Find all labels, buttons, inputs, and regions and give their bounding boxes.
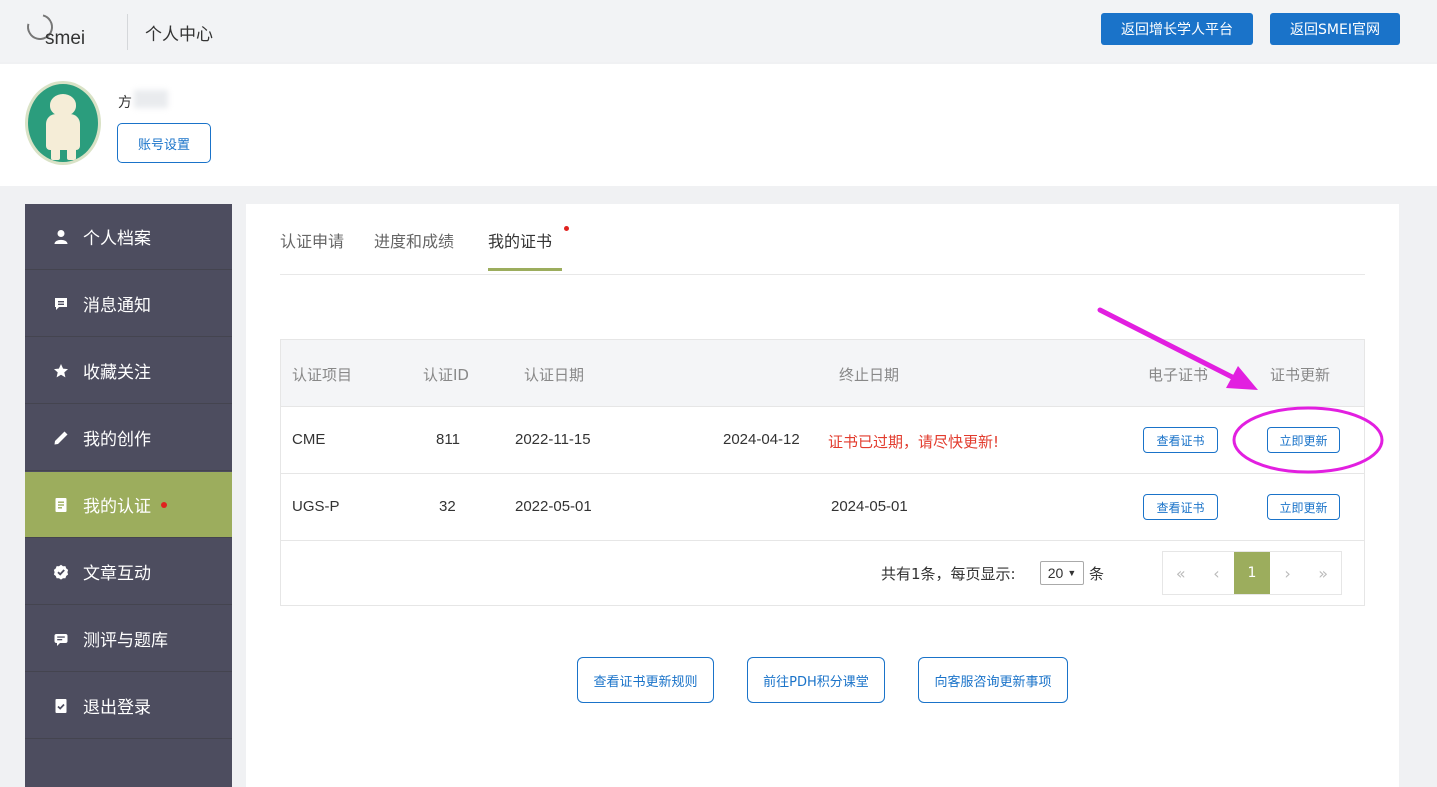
sidebar-item-label: 测评与题库 — [83, 631, 168, 651]
prev-page-button[interactable]: ‹ — [1199, 552, 1235, 594]
certificate-icon — [53, 497, 69, 513]
bear-body-shape — [46, 114, 80, 150]
name-redaction — [134, 90, 168, 108]
sidebar-item-label: 文章互动 — [83, 564, 151, 584]
chevron-down-icon: ▼ — [1067, 568, 1077, 578]
renew-now-button[interactable]: 立即更新 — [1267, 427, 1340, 453]
table-row: UGS-P 32 2022-05-01 2024-05-01 查看证书 立即更新 — [281, 474, 1364, 541]
sidebar-item-label: 消息通知 — [83, 296, 151, 316]
notification-dot — [161, 501, 167, 508]
sidebar-item-certification[interactable]: 我的认证 — [25, 472, 232, 538]
bear-leg-shape — [67, 146, 76, 160]
pencil-icon — [53, 430, 69, 446]
bear-head-shape — [50, 94, 76, 116]
return-smei-site-button[interactable]: 返回SMEI官网 — [1270, 13, 1400, 45]
column-header: 终止日期 — [839, 366, 900, 384]
cert-start-date: 2022-05-01 — [515, 498, 592, 515]
expired-warning: 证书已过期，请尽快更新! — [828, 433, 1000, 451]
active-tab-indicator — [488, 268, 562, 271]
view-certificate-button[interactable]: 查看证书 — [1143, 427, 1218, 453]
consult-service-button[interactable]: 向客服咨询更新事项 — [918, 657, 1068, 703]
avatar[interactable] — [25, 81, 101, 165]
cert-id: 811 — [436, 431, 460, 448]
tab-notification-dot — [564, 226, 569, 231]
smei-logo[interactable]: smei — [22, 9, 120, 52]
sidebar-item-article-interaction[interactable]: 文章互动 — [25, 539, 232, 605]
badge-check-icon — [53, 564, 69, 580]
next-page-button[interactable]: › — [1270, 552, 1306, 594]
column-header: 证书更新 — [1270, 366, 1331, 384]
renew-now-button[interactable]: 立即更新 — [1267, 494, 1340, 520]
sidebar-item-label: 收藏关注 — [83, 363, 151, 383]
sidebar-item-label: 我的认证 — [83, 497, 151, 517]
renewal-rules-button[interactable]: 查看证书更新规则 — [577, 657, 714, 703]
sidebar: 个人档案 消息通知 收藏关注 我的创作 我的认证 文章互动 测评与题库 退出登录 — [25, 204, 232, 787]
tab-apply-certification[interactable]: 认证申请 — [280, 228, 344, 252]
top-bar: smei 个人中心 返回增长学人平台 返回SMEI官网 — [0, 0, 1437, 62]
cert-end-date: 2024-05-01 — [831, 498, 908, 515]
logo-text: smei — [45, 28, 86, 49]
sidebar-item-logout[interactable]: 退出登录 — [25, 673, 232, 739]
certificate-table: 认证项目 认证ID 认证日期 终止日期 电子证书 证书更新 CME 811 20… — [280, 339, 1365, 606]
sidebar-item-label: 个人档案 — [83, 229, 151, 249]
account-settings-button[interactable]: 账号设置 — [117, 123, 211, 163]
cert-end-date: 2024-04-12 — [723, 431, 800, 448]
star-icon — [53, 363, 69, 379]
cert-project: UGS-P — [292, 498, 340, 515]
view-certificate-button[interactable]: 查看证书 — [1143, 494, 1218, 520]
table-header: 认证项目 认证ID 认证日期 终止日期 电子证书 证书更新 — [281, 340, 1364, 407]
sidebar-item-creations[interactable]: 我的创作 — [25, 405, 232, 471]
user-name: 方 — [118, 95, 132, 111]
column-header: 认证日期 — [524, 366, 585, 384]
cert-start-date: 2022-11-15 — [515, 431, 591, 448]
bear-leg-shape — [51, 146, 60, 160]
profile-header: 方 账号设置 — [0, 64, 1437, 186]
pagination: « ‹ 1 › » — [1162, 551, 1342, 595]
last-page-button[interactable]: » — [1305, 552, 1341, 594]
cert-project: CME — [292, 431, 326, 448]
page-size-select[interactable]: 20 ▼ — [1040, 561, 1084, 585]
pagination-row: 共有1条，每页显示: 20 ▼ 条 « ‹ 1 › » — [281, 541, 1364, 605]
sidebar-item-favorites[interactable]: 收藏关注 — [25, 338, 232, 404]
pdh-course-button[interactable]: 前往PDH积分课堂 — [747, 657, 885, 703]
sidebar-item-profile[interactable]: 个人档案 — [25, 204, 232, 270]
sidebar-item-messages[interactable]: 消息通知 — [25, 271, 232, 337]
message-icon — [53, 296, 69, 312]
page-size-value: 20 — [1047, 565, 1064, 581]
cert-id: 32 — [439, 498, 456, 515]
header-divider — [127, 14, 128, 50]
tab-my-certificates[interactable]: 我的证书 — [488, 228, 552, 252]
sidebar-item-label: 退出登录 — [83, 698, 151, 718]
sidebar-item-assessment[interactable]: 测评与题库 — [25, 606, 232, 672]
logout-icon — [53, 698, 69, 714]
sidebar-item-label: 我的创作 — [83, 430, 151, 450]
column-header: 认证ID — [423, 366, 469, 384]
return-growth-platform-button[interactable]: 返回增长学人平台 — [1101, 13, 1253, 45]
user-icon — [53, 229, 69, 245]
column-header: 认证项目 — [292, 366, 353, 384]
first-page-button[interactable]: « — [1163, 552, 1199, 594]
current-page-button[interactable]: 1 — [1234, 552, 1270, 594]
column-header: 电子证书 — [1148, 366, 1209, 384]
tab-bar: 认证申请 进度和成绩 我的证书 — [280, 204, 1365, 275]
quiz-icon — [53, 631, 69, 647]
main-panel: 认证申请 进度和成绩 我的证书 认证项目 认证ID 认证日期 终止日期 电子证书… — [246, 204, 1399, 787]
tab-progress-scores[interactable]: 进度和成绩 — [374, 228, 454, 252]
pagination-summary: 共有1条，每页显示: — [881, 565, 1016, 583]
page-title: 个人中心 — [145, 25, 213, 45]
page-size-unit: 条 — [1089, 565, 1105, 583]
table-row: CME 811 2022-11-15 2024-04-12 证书已过期，请尽快更… — [281, 407, 1364, 474]
